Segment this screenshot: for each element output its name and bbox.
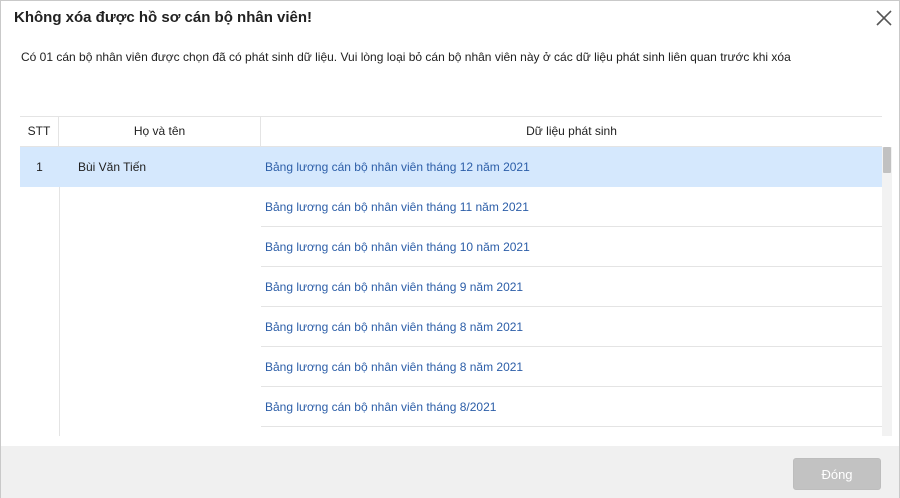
table-row[interactable]: Bảng lương cán bộ nhân viên tháng 10 năm… [20, 227, 882, 267]
data-link[interactable]: Bảng lương cán bộ nhân viên tháng 10 năm… [261, 227, 882, 267]
cell-stt: 1 [36, 160, 43, 174]
dialog-message: Có 01 cán bộ nhân viên được chọn đã có p… [21, 50, 791, 64]
data-link-partial[interactable] [261, 427, 882, 436]
table-row[interactable]: Bảng lương cán bộ nhân viên tháng 9 năm … [20, 267, 882, 307]
close-button[interactable]: Đóng [793, 458, 881, 490]
table-row[interactable]: 1 Bùi Văn Tiến Bảng lương cán bộ nhân vi… [20, 147, 882, 187]
table-header: STT Họ và tên Dữ liệu phát sinh [20, 116, 882, 147]
generated-data-table: STT Họ và tên Dữ liệu phát sinh 1 Bùi Vă… [20, 116, 892, 436]
table-row[interactable]: Bảng lương cán bộ nhân viên tháng 8/2021 [20, 387, 882, 427]
data-link[interactable]: Bảng lương cán bộ nhân viên tháng 8/2021 [261, 387, 882, 427]
table-body: 1 Bùi Văn Tiến Bảng lương cán bộ nhân vi… [20, 147, 882, 436]
table-row[interactable] [20, 427, 882, 436]
scroll-thumb[interactable] [883, 147, 891, 173]
data-link[interactable]: Bảng lương cán bộ nhân viên tháng 8 năm … [261, 347, 882, 387]
close-icon[interactable] [871, 5, 897, 31]
table-row[interactable]: Bảng lương cán bộ nhân viên tháng 8 năm … [20, 307, 882, 347]
dialog-footer: Đóng [1, 446, 899, 498]
error-dialog: Không xóa được hồ sơ cán bộ nhân viên! C… [0, 0, 900, 498]
data-link[interactable]: Bảng lương cán bộ nhân viên tháng 11 năm… [261, 187, 882, 227]
vertical-scrollbar[interactable] [882, 147, 892, 436]
cell-employee-name: Bùi Văn Tiến [78, 160, 147, 174]
data-link[interactable]: Bảng lương cán bộ nhân viên tháng 8 năm … [261, 307, 882, 347]
header-name: Họ và tên [59, 117, 261, 147]
table-row[interactable]: Bảng lương cán bộ nhân viên tháng 8 năm … [20, 347, 882, 387]
data-link[interactable]: Bảng lương cán bộ nhân viên tháng 9 năm … [261, 267, 882, 307]
data-link[interactable]: Bảng lương cán bộ nhân viên tháng 12 năm… [261, 147, 882, 187]
header-stt: STT [20, 117, 59, 147]
dialog-title: Không xóa được hồ sơ cán bộ nhân viên! [14, 9, 313, 26]
header-data: Dữ liệu phát sinh [526, 124, 617, 138]
table-row[interactable]: Bảng lương cán bộ nhân viên tháng 11 năm… [20, 187, 882, 227]
